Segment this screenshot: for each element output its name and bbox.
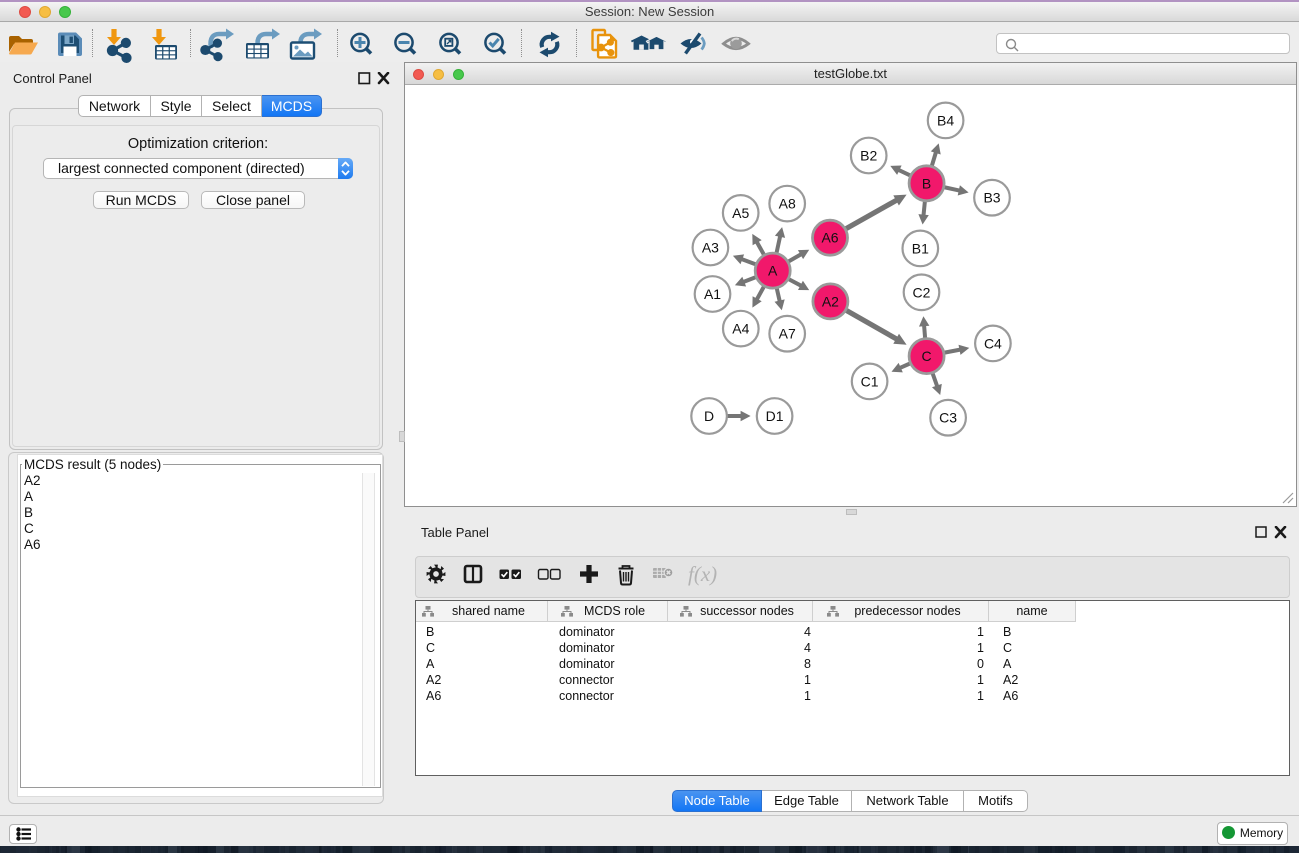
svg-text:D: D	[704, 408, 714, 424]
svg-text:C1: C1	[861, 373, 879, 389]
svg-text:D1: D1	[766, 408, 784, 424]
svg-text:C3: C3	[939, 410, 957, 426]
svg-text:A7: A7	[779, 326, 796, 342]
svg-text:B4: B4	[937, 112, 954, 128]
svg-text:A2: A2	[822, 293, 839, 309]
svg-text:B3: B3	[983, 190, 1000, 206]
svg-text:B2: B2	[860, 148, 877, 164]
svg-text:B1: B1	[912, 240, 929, 256]
svg-text:B: B	[922, 175, 931, 191]
svg-text:A: A	[768, 263, 778, 279]
svg-text:A4: A4	[732, 321, 749, 337]
svg-text:C2: C2	[913, 284, 931, 300]
svg-text:A6: A6	[821, 230, 838, 246]
svg-text:C4: C4	[984, 335, 1002, 351]
svg-text:A8: A8	[779, 196, 796, 212]
svg-text:A3: A3	[702, 240, 719, 256]
svg-text:A1: A1	[704, 286, 721, 302]
svg-text:f(x): f(x)	[688, 562, 717, 586]
svg-text:A5: A5	[732, 205, 749, 221]
svg-text:C: C	[922, 348, 932, 364]
